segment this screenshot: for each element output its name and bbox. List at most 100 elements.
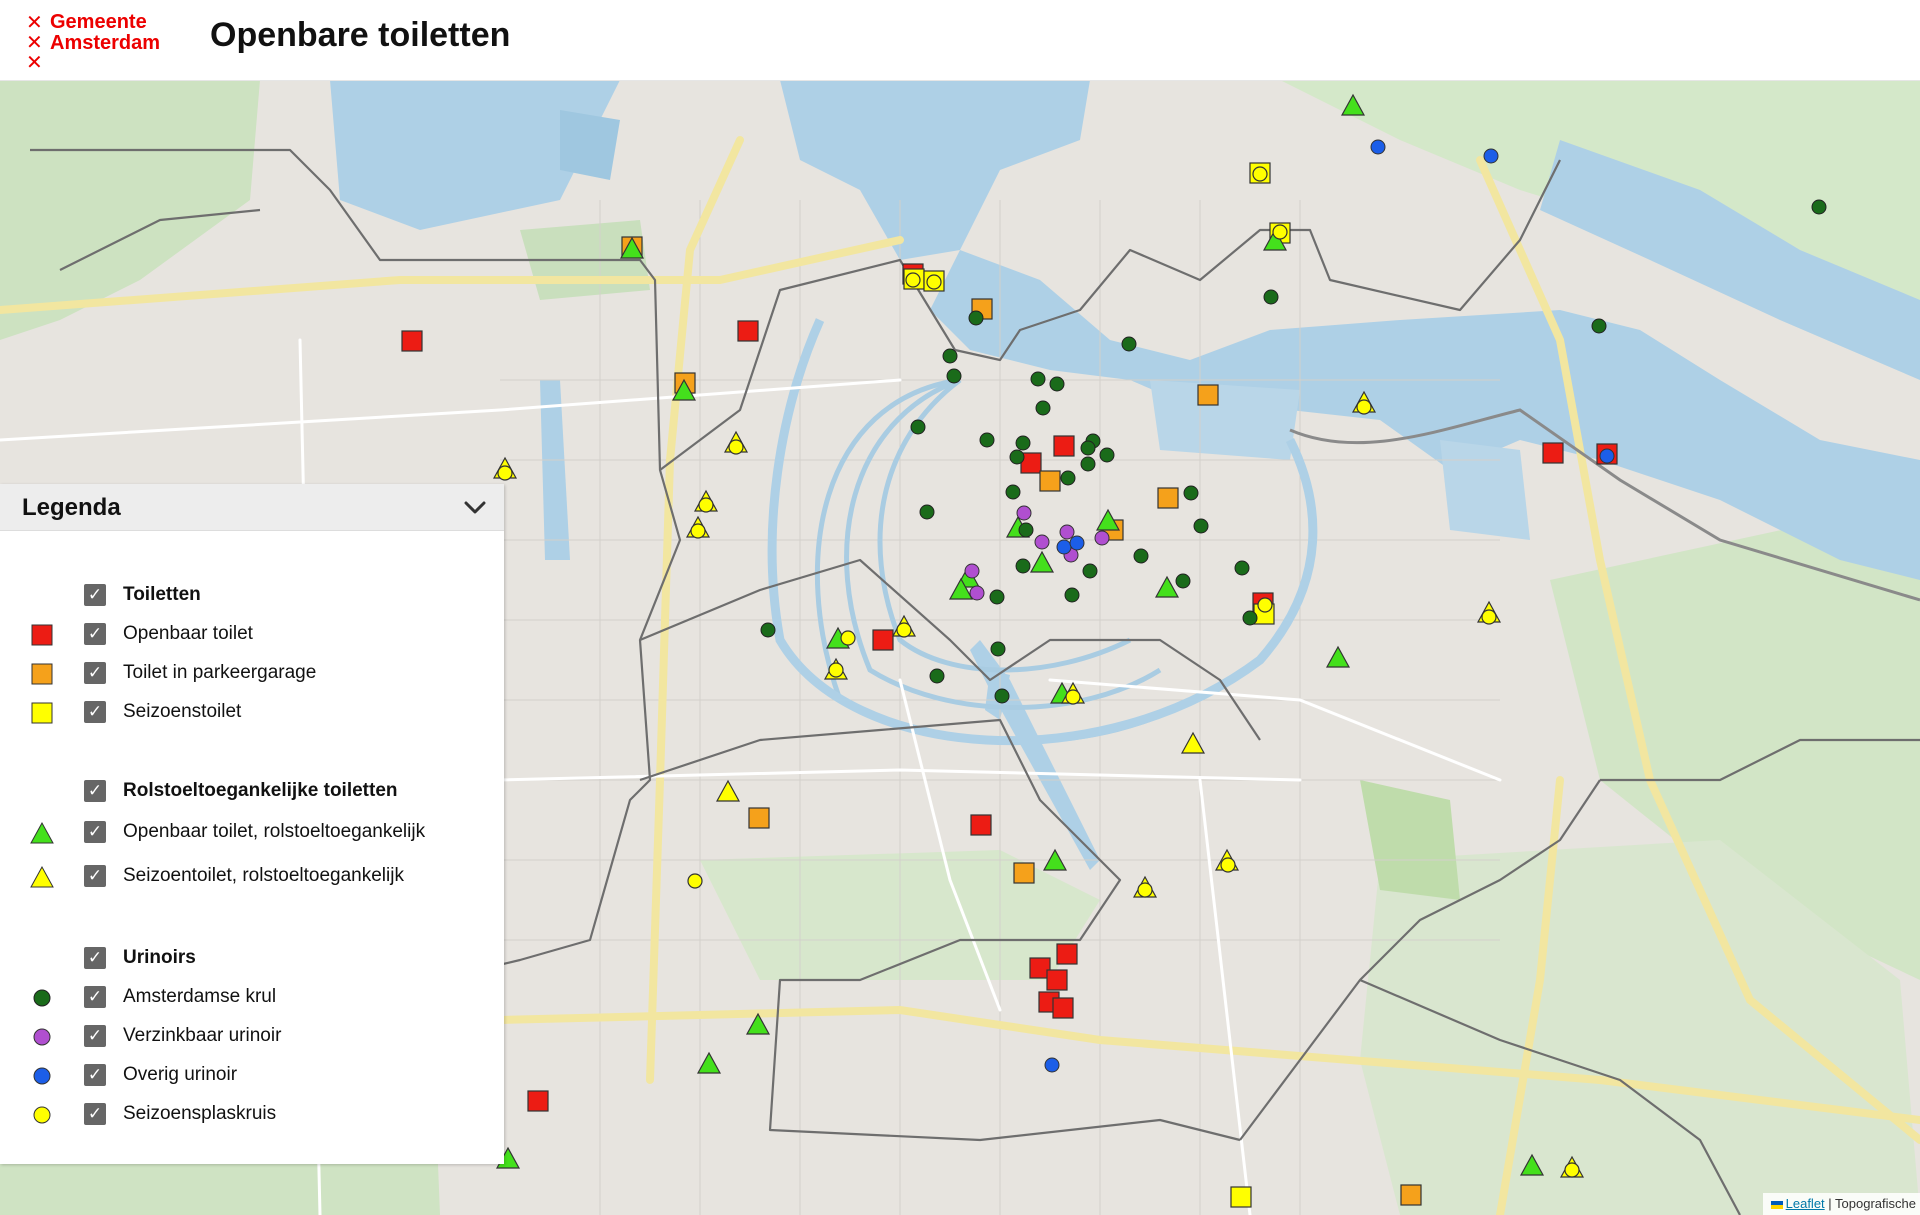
legend-group-rolstoel[interactable]: ✓ Rolstoeltoegankelijke toiletten: [0, 776, 504, 808]
leaflet-link[interactable]: Leaflet: [1786, 1196, 1825, 1211]
marker-amsterdamse-krul[interactable]: [994, 688, 1010, 704]
marker-amsterdamse-krul[interactable]: [989, 589, 1005, 605]
marker-rolstoel-toilet[interactable]: [696, 1051, 722, 1074]
marker-amsterdamse-krul[interactable]: [1175, 573, 1191, 589]
checkbox-rolstoel[interactable]: ✓: [84, 780, 106, 802]
checkbox-rolstoel-seizoentoilet[interactable]: ✓: [84, 865, 106, 887]
marker-amsterdamse-krul[interactable]: [910, 419, 926, 435]
legend-group-urinoirs[interactable]: ✓ Urinoirs: [0, 943, 504, 975]
marker-seizoensplaskruis[interactable]: [687, 873, 703, 889]
marker-seizoensplaskruis[interactable]: [1220, 857, 1236, 873]
legend-item-seizoenstoilet[interactable]: ✓ Seizoenstoilet: [0, 697, 504, 729]
marker-amsterdamse-krul[interactable]: [1133, 548, 1149, 564]
marker-openbaar-toilet[interactable]: [970, 814, 992, 836]
legend-group-toiletten[interactable]: ✓ Toiletten: [0, 580, 504, 612]
marker-openbaar-toilet[interactable]: [1053, 435, 1075, 457]
marker-amsterdamse-krul[interactable]: [929, 668, 945, 684]
marker-seizoensplaskruis[interactable]: [1356, 399, 1372, 415]
marker-verzinkbaar-urinoir[interactable]: [1016, 505, 1032, 521]
marker-overig-urinoir[interactable]: [1056, 539, 1072, 555]
marker-seizoensplaskruis[interactable]: [926, 274, 942, 290]
marker-overig-urinoir[interactable]: [1370, 139, 1386, 155]
marker-amsterdamse-krul[interactable]: [968, 310, 984, 326]
marker-amsterdamse-krul[interactable]: [1064, 587, 1080, 603]
checkbox-seizoenstoilet[interactable]: ✓: [84, 701, 106, 723]
marker-overig-urinoir[interactable]: [1599, 448, 1615, 464]
marker-verzinkbaar-urinoir[interactable]: [969, 585, 985, 601]
marker-amsterdamse-krul[interactable]: [979, 432, 995, 448]
checkbox-parkeergarage[interactable]: ✓: [84, 662, 106, 684]
legend-item-parkeergarage[interactable]: ✓ Toilet in parkeergarage: [0, 658, 504, 690]
chevron-down-icon[interactable]: [462, 494, 488, 520]
marker-amsterdamse-krul[interactable]: [942, 348, 958, 364]
marker-seizoensplaskruis[interactable]: [828, 662, 844, 678]
marker-verzinkbaar-urinoir[interactable]: [964, 563, 980, 579]
marker-seizoensplaskruis[interactable]: [728, 439, 744, 455]
marker-openbaar-toilet[interactable]: [1056, 943, 1078, 965]
marker-parkeergarage[interactable]: [1400, 1184, 1422, 1206]
marker-amsterdamse-krul[interactable]: [1018, 522, 1034, 538]
marker-rolstoel-seizoentoilet[interactable]: [1180, 731, 1206, 754]
marker-amsterdamse-krul[interactable]: [1183, 485, 1199, 501]
marker-overig-urinoir[interactable]: [1069, 535, 1085, 551]
marker-verzinkbaar-urinoir[interactable]: [1094, 530, 1110, 546]
marker-seizoensplaskruis[interactable]: [1252, 166, 1268, 182]
marker-overig-urinoir[interactable]: [1044, 1057, 1060, 1073]
marker-amsterdamse-krul[interactable]: [1193, 518, 1209, 534]
marker-parkeergarage[interactable]: [1157, 487, 1179, 509]
marker-amsterdamse-krul[interactable]: [1035, 400, 1051, 416]
marker-parkeergarage[interactable]: [748, 807, 770, 829]
marker-openbaar-toilet[interactable]: [401, 330, 423, 352]
checkbox-urinoirs[interactable]: ✓: [84, 947, 106, 969]
marker-seizoensplaskruis[interactable]: [1564, 1162, 1580, 1178]
marker-parkeergarage[interactable]: [1013, 862, 1035, 884]
marker-amsterdamse-krul[interactable]: [1015, 435, 1031, 451]
marker-seizoensplaskruis[interactable]: [1065, 689, 1081, 705]
marker-openbaar-toilet[interactable]: [527, 1090, 549, 1112]
marker-amsterdamse-krul[interactable]: [1811, 199, 1827, 215]
marker-amsterdamse-krul[interactable]: [919, 504, 935, 520]
marker-amsterdamse-krul[interactable]: [1082, 563, 1098, 579]
marker-rolstoel-toilet[interactable]: [1325, 645, 1351, 668]
marker-amsterdamse-krul[interactable]: [1242, 610, 1258, 626]
marker-amsterdamse-krul[interactable]: [1005, 484, 1021, 500]
marker-seizoensplaskruis[interactable]: [840, 630, 856, 646]
checkbox-openbaar-toilet[interactable]: ✓: [84, 623, 106, 645]
legend-item-amsterdamse-krul[interactable]: ✓ Amsterdamse krul: [0, 982, 504, 1014]
checkbox-toiletten[interactable]: ✓: [84, 584, 106, 606]
marker-seizoenstoilet[interactable]: [1230, 1186, 1252, 1208]
marker-amsterdamse-krul[interactable]: [760, 622, 776, 638]
marker-amsterdamse-krul[interactable]: [1099, 447, 1115, 463]
legend-item-rolstoel-toilet[interactable]: ✓ Openbaar toilet, rolstoeltoegankelijk: [0, 817, 504, 849]
marker-amsterdamse-krul[interactable]: [1060, 470, 1076, 486]
marker-seizoensplaskruis[interactable]: [497, 465, 513, 481]
marker-seizoensplaskruis[interactable]: [1137, 882, 1153, 898]
checkbox-seizoensplaskruis[interactable]: ✓: [84, 1103, 106, 1125]
marker-rolstoel-toilet[interactable]: [1154, 575, 1180, 598]
legend-header[interactable]: Legenda: [0, 484, 504, 531]
marker-amsterdamse-krul[interactable]: [1080, 456, 1096, 472]
marker-amsterdamse-krul[interactable]: [1121, 336, 1137, 352]
marker-amsterdamse-krul[interactable]: [946, 368, 962, 384]
gemeente-amsterdam-logo[interactable]: ✕ ✕ ✕ Gemeente Amsterdam: [26, 12, 196, 73]
marker-amsterdamse-krul[interactable]: [1015, 558, 1031, 574]
checkbox-rolstoel-toilet[interactable]: ✓: [84, 821, 106, 843]
marker-amsterdamse-krul[interactable]: [1049, 376, 1065, 392]
legend-item-seizoensplaskruis[interactable]: ✓ Seizoensplaskruis: [0, 1099, 504, 1131]
marker-verzinkbaar-urinoir[interactable]: [1034, 534, 1050, 550]
marker-seizoensplaskruis[interactable]: [905, 272, 921, 288]
marker-seizoensplaskruis[interactable]: [698, 497, 714, 513]
checkbox-amsterdamse-krul[interactable]: ✓: [84, 986, 106, 1008]
marker-amsterdamse-krul[interactable]: [990, 641, 1006, 657]
marker-amsterdamse-krul[interactable]: [1591, 318, 1607, 334]
marker-openbaar-toilet[interactable]: [737, 320, 759, 342]
marker-overig-urinoir[interactable]: [1483, 148, 1499, 164]
legend-item-openbaar-toilet[interactable]: ✓ Openbaar toilet: [0, 619, 504, 651]
marker-amsterdamse-krul[interactable]: [1234, 560, 1250, 576]
marker-verzinkbaar-urinoir[interactable]: [1059, 524, 1075, 540]
marker-amsterdamse-krul[interactable]: [1030, 371, 1046, 387]
legend-item-verzinkbaar-urinoir[interactable]: ✓ Verzinkbaar urinoir: [0, 1021, 504, 1053]
marker-parkeergarage[interactable]: [1197, 384, 1219, 406]
marker-rolstoel-toilet[interactable]: [1029, 550, 1055, 573]
marker-amsterdamse-krul[interactable]: [1263, 289, 1279, 305]
